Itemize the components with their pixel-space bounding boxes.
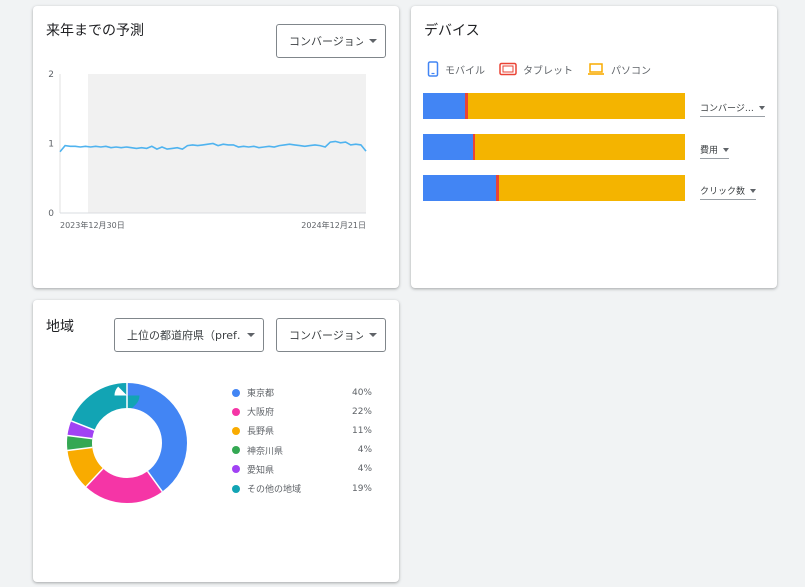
region-legend-value: 40% — [351, 387, 372, 398]
legend-dot-icon — [232, 465, 240, 474]
legend-item-mobile: モバイル — [427, 61, 485, 77]
device-bar-row — [423, 134, 685, 160]
region-legend-label: 神奈川県 — [247, 446, 284, 457]
legend-label-tablet: タブレット — [523, 65, 573, 77]
region-legend-value: 4% — [357, 445, 372, 456]
device-bar-segment — [467, 93, 685, 119]
phone-icon — [427, 61, 439, 77]
tablet-icon — [499, 62, 517, 76]
region-pref-dropdown-label: 上位の都道府県（pref… — [127, 329, 241, 342]
region-donut-chart — [67, 383, 187, 503]
device-bar-segment — [475, 134, 685, 160]
device-metric-label: 費用 — [700, 146, 719, 156]
region-pref-dropdown[interactable]: 上位の都道府県（pref… — [114, 318, 264, 352]
device-bar-segment — [423, 175, 497, 201]
region-legend-label: その他の地域 — [247, 485, 302, 496]
forecast-line-chart: 0 1 2 2023年12月30日 2024年12月21日 — [48, 70, 367, 230]
device-metric-label: コンバージ… — [700, 104, 754, 114]
device-metric-dropdown-conversion[interactable]: コンバージ… — [700, 101, 765, 117]
forecast-card: 来年までの予測 コンバージョン 0 1 2 2023年12月30日 2024年12月21… — [33, 6, 399, 288]
legend-dot-icon — [232, 484, 240, 493]
device-bar-row — [423, 93, 685, 119]
legend-item-tablet: タブレット — [499, 61, 573, 77]
region-legend-label: 大阪府 — [247, 408, 275, 419]
device-bar-segment — [498, 175, 685, 201]
chevron-down-icon — [723, 147, 730, 152]
region-legend-item: 愛知県 4% — [232, 460, 372, 479]
device-bar-segment — [423, 134, 473, 160]
device-metric-dropdown-cost[interactable]: 費用 — [700, 143, 730, 159]
legend-dot-icon — [232, 388, 240, 397]
device-bar-row — [423, 175, 685, 201]
laptop-icon — [588, 63, 604, 75]
legend-label-desktop: パソコン — [611, 65, 651, 77]
region-legend-label: 東京都 — [247, 389, 275, 400]
region-metric-dropdown-label: コンバージョン — [289, 329, 363, 342]
chevron-down-icon — [369, 333, 377, 337]
region-legend-label: 愛知県 — [247, 465, 275, 476]
region-legend-value: 4% — [357, 464, 372, 475]
region-metric-dropdown[interactable]: コンバージョン — [276, 318, 386, 352]
legend-item-desktop: パソコン — [587, 61, 651, 77]
device-legend: モバイル タブレット パソコン — [427, 61, 651, 77]
device-card: デバイス モバイル タブレット パソコン コンバージ… 費用 クリック数 — [411, 6, 777, 288]
region-legend-label: 長野県 — [247, 427, 275, 438]
forecast-shaded-region — [88, 74, 366, 213]
region-legend-item: 大阪府 22% — [232, 402, 372, 421]
legend-dot-icon — [232, 446, 240, 455]
region-title: 地域 — [46, 319, 74, 335]
chevron-down-icon — [247, 333, 255, 337]
x-tick-label: 2023年12月30日 — [60, 220, 125, 230]
region-legend: 東京都 40% 大阪府 22% 長野県 11% 神奈川県 4% 愛知県 4% その他の地域 19% — [232, 383, 372, 498]
legend-dot-icon — [232, 407, 240, 416]
chevron-down-icon — [750, 188, 757, 193]
region-legend-value: 11% — [351, 425, 372, 436]
region-legend-value: 19% — [351, 483, 372, 494]
device-metric-label: クリック数 — [700, 187, 746, 197]
device-bar-segment — [423, 93, 465, 119]
x-tick-label: 2024年12月21日 — [301, 220, 366, 230]
y-tick-label: 0 — [48, 209, 54, 219]
region-legend-item: その他の地域 19% — [232, 479, 372, 498]
legend-label-mobile: モバイル — [445, 65, 485, 77]
device-metric-dropdown-clicks[interactable]: クリック数 — [700, 184, 757, 200]
legend-dot-icon — [232, 426, 240, 435]
device-title: デバイス — [424, 23, 480, 39]
region-legend-item: 長野県 11% — [232, 421, 372, 440]
region-legend-item: 神奈川県 4% — [232, 441, 372, 460]
region-legend-value: 22% — [351, 406, 372, 417]
y-tick-label: 1 — [48, 140, 54, 150]
y-tick-label: 2 — [48, 70, 54, 80]
region-legend-item: 東京都 40% — [232, 383, 372, 402]
chevron-down-icon — [758, 105, 765, 110]
region-card: 地域 上位の都道府県（pref… コンバージョン 東京都 40% 大阪府 22% 長野県… — [33, 300, 399, 582]
